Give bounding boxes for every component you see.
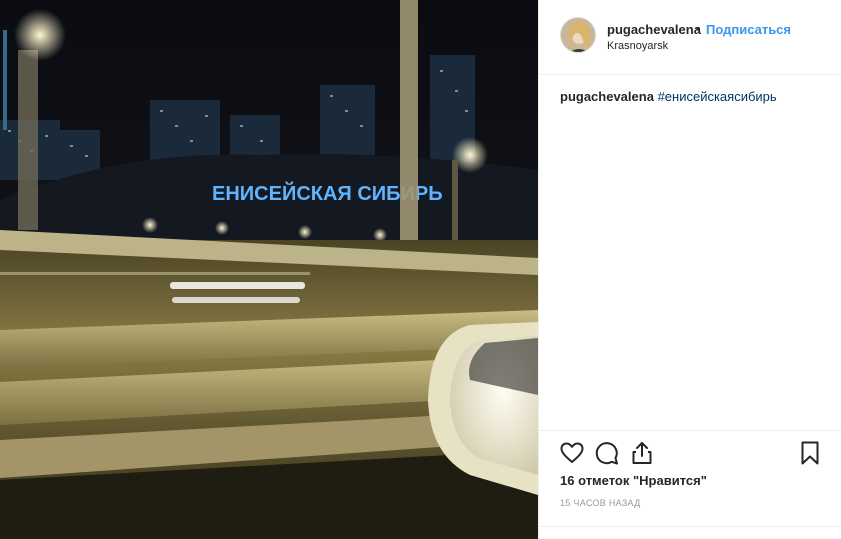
avatar[interactable] [560,17,596,53]
share-icon[interactable] [629,440,655,466]
instagram-post: ЕНИСЕЙСКАЯ СИБИРЬ pugachevalena • Подпис… [0,0,841,539]
comment-icon[interactable] [594,440,620,466]
separator-dot: • [696,21,701,36]
avatar-photo [561,18,595,52]
post-caption: pugachevalena #енисейскаясибирь [560,88,830,106]
night-highway-photo: ЕНИСЕЙСКАЯ СИБИРЬ [0,0,538,539]
post-sidebar: pugachevalena • Подписаться Krasnoyarsk … [538,0,841,539]
caption-hashtag-link[interactable]: #енисейскаясибирь [658,89,777,104]
post-actions: 16 отметок "Нравится" 15 часов назад [539,430,841,539]
post-timestamp: 15 часов назад [560,498,641,508]
comment-input-area[interactable] [539,526,841,539]
post-photo[interactable]: ЕНИСЕЙСКАЯ СИБИРЬ [0,0,538,539]
heart-icon[interactable] [559,440,585,466]
bookmark-icon[interactable] [797,440,823,466]
follow-button[interactable]: Подписаться [706,22,791,37]
caption-username-link[interactable]: pugachevalena [560,89,654,104]
location-link[interactable]: Krasnoyarsk [607,40,668,52]
post-header: pugachevalena • Подписаться Krasnoyarsk [539,0,841,75]
username-link[interactable]: pugachevalena [607,22,701,37]
likes-count[interactable]: 16 отметок "Нравится" [560,473,707,488]
